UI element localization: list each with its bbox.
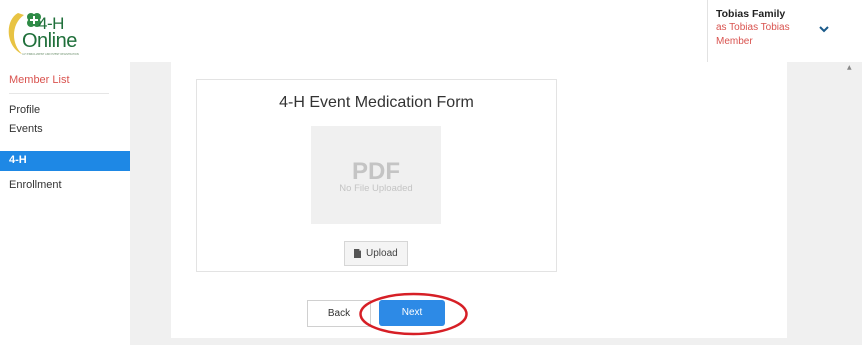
header-divider [707, 0, 708, 62]
sidebar-nav: Member List Profile Events 4-H Enrollmen… [0, 62, 130, 345]
sidebar-item-member-list[interactable]: Member List [9, 74, 70, 86]
4h-online-logo[interactable]: 4-H Online 4-H ENROLLMENT AND EVENT REGI… [6, 8, 90, 56]
user-role: Member [716, 36, 753, 47]
upload-button[interactable]: Upload [344, 241, 408, 266]
no-file-text: No File Uploaded [339, 183, 413, 194]
form-title: 4-H Event Medication Form [279, 94, 474, 111]
file-icon [354, 249, 361, 258]
sidebar-item-4h-label: 4-H [9, 154, 27, 166]
upload-label: Upload [366, 248, 398, 259]
next-label: Next [401, 307, 423, 318]
chevron-down-icon[interactable] [818, 24, 830, 34]
pdf-preview: PDF No File Uploaded [311, 126, 441, 224]
scrollbar[interactable]: ▲ [842, 62, 862, 345]
user-as-label: as Tobias Tobias [716, 22, 790, 33]
sidebar-item-enrollment[interactable]: Enrollment [9, 179, 62, 191]
logo-text-online: Online [22, 30, 77, 52]
user-name: Tobias Family [716, 8, 786, 20]
top-header: 4-H Online 4-H ENROLLMENT AND EVENT REGI… [0, 0, 862, 62]
scroll-up-arrow-icon[interactable]: ▲ [847, 64, 852, 71]
back-label: Back [327, 308, 351, 319]
medication-form-panel: 4-H Event Medication Form PDF No File Up… [196, 79, 557, 272]
back-button[interactable]: Back [307, 300, 371, 327]
sidebar-item-events[interactable]: Events [9, 123, 43, 135]
sidebar-item-4h[interactable]: 4-H [0, 151, 130, 171]
sidebar-item-profile[interactable]: Profile [9, 104, 40, 116]
user-menu[interactable]: Tobias Family as Tobias Tobias Member [716, 7, 816, 49]
sidebar-divider [9, 93, 109, 94]
logo-tagline: 4-H ENROLLMENT AND EVENT REGISTRATION [22, 53, 79, 56]
pdf-label: PDF [352, 158, 400, 185]
next-button[interactable]: Next [379, 300, 445, 326]
